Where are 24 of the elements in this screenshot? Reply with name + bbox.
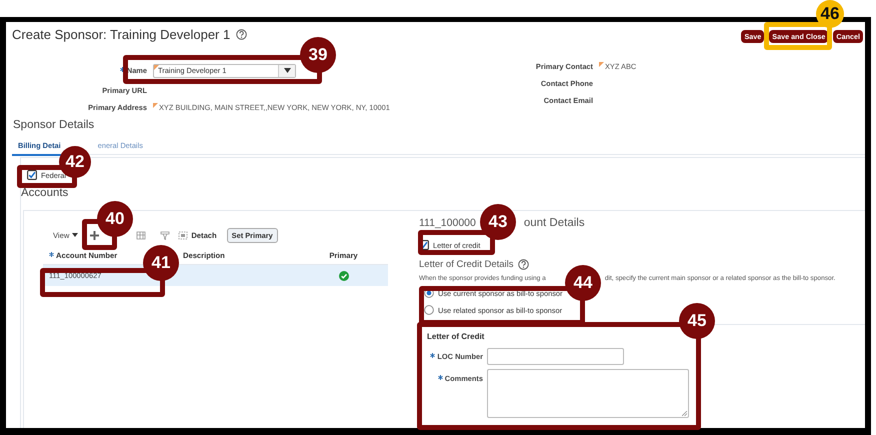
- details-title: 111_100000: [419, 217, 476, 229]
- caret-icon: [72, 233, 78, 237]
- subsection-title: Letter of Credit Details: [419, 259, 514, 270]
- section-title: Accounts: [21, 187, 68, 199]
- indicator-icon: [599, 62, 604, 67]
- columns-icon[interactable]: [136, 230, 146, 240]
- dropdown-caret-icon: [284, 68, 290, 73]
- details-title: ount Details: [524, 217, 585, 229]
- filter-icon[interactable]: [160, 230, 170, 240]
- help-icon: [236, 28, 248, 40]
- step-number: 46: [816, 0, 844, 28]
- comments-field[interactable]: [487, 369, 689, 418]
- indicator-icon: [154, 64, 159, 70]
- subsection-title: Letter of Credit: [427, 332, 484, 341]
- help-icon: [518, 259, 529, 270]
- plus-icon[interactable]: [90, 230, 100, 240]
- section-title: Sponsor Details: [13, 119, 94, 131]
- radio-button[interactable]: [424, 305, 434, 315]
- checkbox[interactable]: [27, 170, 37, 180]
- page-title: Create Sponsor: Training Developer 1: [12, 26, 230, 42]
- resize-grip-icon: [682, 411, 687, 416]
- indicator-icon: [153, 103, 158, 108]
- detach-icon[interactable]: [178, 230, 188, 240]
- input-field[interactable]: [487, 348, 624, 365]
